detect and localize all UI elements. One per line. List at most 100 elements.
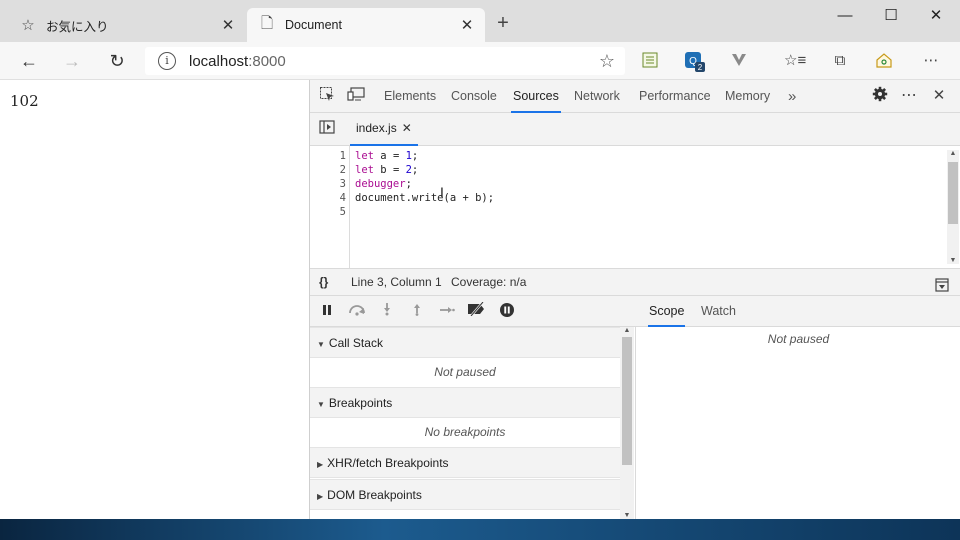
code-token: ; (411, 150, 419, 162)
browser-toolbar: ← → ↻ i localhost:8000 ☆ Q2 ☆≡ ⧉ ⋯ (0, 42, 960, 80)
tab-strip: ☆ お気に入り ✕ 🗋 Document ✕ + — ☐ ✕ (0, 0, 960, 42)
code-editor[interactable]: 1 let a = 1; 2 let b = 2; 3 debugger; 4 documen… (310, 146, 960, 268)
code-text: debugger; (355, 177, 412, 191)
editor-scrollbar[interactable]: ▲ ▼ (947, 150, 959, 264)
device-toolbar-icon[interactable] (345, 86, 367, 106)
close-devtools-icon[interactable]: ✕ (928, 86, 950, 106)
code-token: let (355, 164, 381, 176)
scroll-thumb[interactable] (622, 337, 632, 465)
more-tabs-icon[interactable]: » (786, 80, 798, 113)
step-out-icon[interactable] (406, 302, 428, 322)
code-token: let (355, 150, 381, 162)
collections-icon[interactable]: ⧉ (829, 51, 851, 71)
pause-icon[interactable] (316, 302, 338, 322)
toggle-navigator-icon[interactable] (316, 119, 338, 139)
code-text: let a = 1; (355, 149, 418, 163)
code-text: let b = 2; (355, 163, 418, 177)
file-tab-index-js[interactable]: index.js ✕ (350, 113, 418, 146)
refresh-icon[interactable]: ↻ (103, 48, 131, 74)
code-text: document.write(a + b); (355, 191, 494, 205)
url-text: localhost:8000 (189, 53, 286, 70)
call-stack-body: Not paused (434, 365, 496, 379)
back-arrow-icon[interactable]: ← (15, 48, 43, 74)
favorite-star-icon[interactable]: ☆ (599, 51, 615, 72)
star-outline-icon: ☆ (21, 17, 35, 34)
text-cursor-icon: I (440, 184, 444, 200)
code-token: b = (380, 164, 406, 176)
line-number[interactable]: 3 (310, 177, 346, 191)
dom-breakpoints-header[interactable]: ▶ DOM Breakpoints (310, 479, 620, 510)
extension-home-icon[interactable] (873, 51, 895, 71)
inspect-element-icon[interactable] (316, 86, 338, 106)
code-token: debugger (355, 178, 406, 190)
code-token: document.write(a + b); (355, 192, 495, 204)
browser-window: ☆ お気に入り ✕ 🗋 Document ✕ + — ☐ ✕ ← → ↻ i l… (0, 0, 960, 519)
favorites-list-icon[interactable]: ☆≡ (784, 51, 806, 71)
collapsed-triangle-icon: ▶ (317, 492, 324, 501)
pretty-print-button[interactable]: {} (319, 269, 328, 296)
tab-title: お気に入り (46, 19, 109, 34)
file-tab-label: index.js (356, 121, 397, 135)
devtools-tab-bar: Elements Console Sources Network Perform… (310, 80, 960, 113)
close-tab-icon[interactable]: ✕ (459, 16, 475, 34)
forward-arrow-icon[interactable]: → (58, 48, 86, 74)
maximize-button[interactable]: ☐ (868, 4, 914, 28)
step-over-icon[interactable] (346, 302, 368, 322)
tab-network[interactable]: Network (572, 80, 622, 113)
close-window-button[interactable]: ✕ (913, 4, 959, 28)
line-number[interactable]: 5 (310, 205, 346, 219)
line-number[interactable]: 4 (310, 191, 346, 205)
url-port: :8000 (248, 52, 286, 70)
page-viewport: 102 (0, 80, 309, 519)
deactivate-breakpoints-icon[interactable] (466, 301, 488, 322)
extension-sheet-icon[interactable] (639, 51, 661, 71)
tab-memory[interactable]: Memory (723, 80, 772, 113)
xhr-breakpoints-title: XHR/fetch Breakpoints (327, 456, 449, 470)
scroll-up-arrow-icon[interactable]: ▲ (620, 327, 634, 334)
tab-favorites[interactable]: ☆ お気に入り ✕ (8, 8, 246, 42)
more-menu-icon[interactable]: ⋯ (920, 51, 942, 71)
tab-document[interactable]: 🗋 Document ✕ (247, 8, 485, 42)
sidebar-scrollbar[interactable]: ▲ ▼ (620, 327, 634, 519)
scroll-thumb[interactable] (948, 162, 958, 224)
expanded-triangle-icon: ▼ (317, 340, 325, 349)
extension-badge-icon[interactable]: Q2 (684, 51, 706, 72)
address-bar[interactable]: i localhost:8000 ☆ (145, 47, 625, 75)
call-stack-title: Call Stack (328, 336, 383, 350)
tab-scope[interactable]: Scope (648, 296, 686, 327)
tab-title: Document (285, 18, 342, 32)
line-number[interactable]: 2 (310, 163, 346, 177)
breakpoints-header[interactable]: ▼ Breakpoints (310, 387, 620, 418)
debugger-toolbar (310, 296, 636, 327)
call-stack-header[interactable]: ▼ Call Stack (310, 327, 620, 358)
sources-file-tabs: index.js ✕ (310, 113, 960, 146)
dom-breakpoints-title: DOM Breakpoints (327, 488, 422, 502)
code-token: ; (411, 164, 419, 176)
settings-gear-icon[interactable] (869, 86, 891, 106)
scope-body: Not paused (767, 332, 830, 346)
tab-watch[interactable]: Watch (700, 296, 737, 327)
tab-sources[interactable]: Sources (511, 80, 561, 113)
new-tab-button[interactable]: + (492, 12, 514, 35)
info-icon[interactable]: i (158, 52, 176, 70)
devtools-more-icon[interactable]: ⋯ (898, 86, 920, 106)
scroll-down-arrow-icon[interactable]: ▼ (947, 257, 959, 264)
debugger-sidebar-left: ▼ Call Stack Not paused ▼ Breakpoints No b… (310, 327, 636, 519)
xhr-breakpoints-header[interactable]: ▶ XHR/fetch Breakpoints (310, 447, 620, 478)
tab-performance[interactable]: Performance (637, 80, 713, 113)
page-icon: 🗋 (260, 14, 274, 32)
step-into-icon[interactable] (376, 302, 398, 322)
line-number[interactable]: 1 (310, 149, 346, 163)
editor-status-bar: {} Line 3, Column 1 Coverage: n/a (310, 268, 960, 296)
close-file-icon[interactable]: ✕ (402, 121, 412, 135)
minimize-button[interactable]: — (822, 4, 868, 28)
tab-elements[interactable]: Elements (382, 80, 438, 113)
close-tab-icon[interactable]: ✕ (220, 16, 236, 34)
extension-v-icon[interactable] (728, 51, 750, 71)
scroll-down-arrow-icon[interactable]: ▼ (620, 512, 634, 519)
tab-console[interactable]: Console (449, 80, 499, 113)
step-icon[interactable] (436, 302, 458, 322)
page-output: 102 (10, 92, 39, 110)
scroll-up-arrow-icon[interactable]: ▲ (947, 150, 959, 157)
pause-on-exceptions-icon[interactable] (496, 302, 518, 322)
